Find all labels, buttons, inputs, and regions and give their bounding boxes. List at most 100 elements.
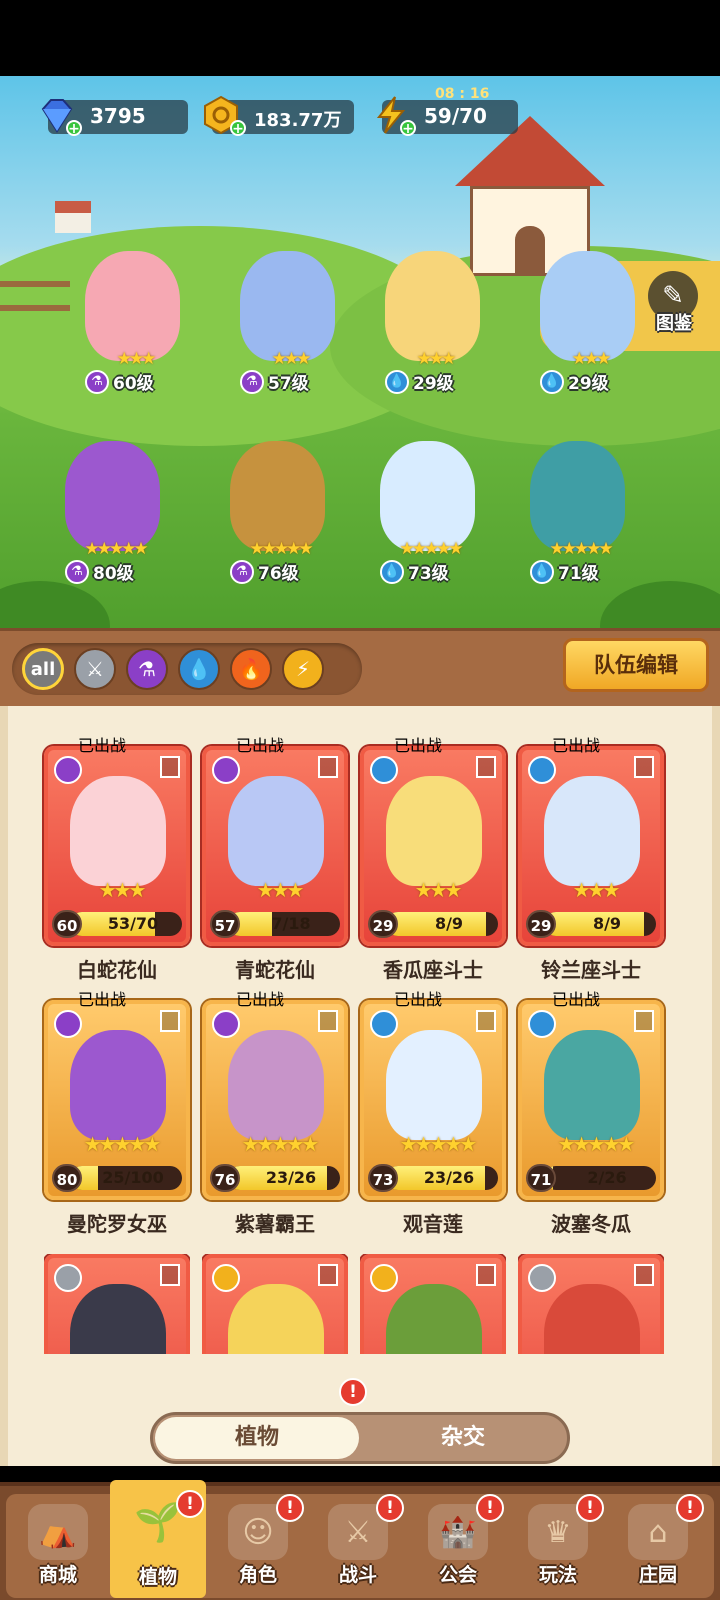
star-rating: ★★★ bbox=[271, 349, 312, 369]
character-sprite bbox=[540, 251, 635, 361]
character-level: 29级 bbox=[568, 374, 609, 394]
field-character[interactable]: ★★★★★ ⚗ 76级 bbox=[205, 441, 345, 591]
plant-name: 观音莲 bbox=[403, 1212, 463, 1236]
sword-icon[interactable]: ⚔ bbox=[74, 648, 116, 690]
sword-icon bbox=[54, 1264, 82, 1292]
gold-counter[interactable]: + 183.77万 bbox=[204, 95, 354, 137]
character-level: 71级 bbox=[558, 564, 599, 584]
lightning-icon[interactable]: ⚡ bbox=[282, 648, 324, 690]
star-rating: ★★★★★ bbox=[83, 1132, 162, 1156]
add-energy-icon[interactable]: + bbox=[400, 120, 416, 137]
element-filter-group: all ⚔ ⚗ 💧 🔥 ⚡ bbox=[12, 643, 362, 695]
star-rating: ★★★ bbox=[116, 349, 157, 369]
field-character[interactable]: ★★★★★ 💧 73级 bbox=[355, 441, 495, 591]
nav-label: 公会 bbox=[438, 1564, 477, 1586]
fire-icon[interactable]: 🔥 bbox=[230, 648, 272, 690]
plant-portrait bbox=[544, 1284, 640, 1354]
card-level-badge: 80 bbox=[52, 1164, 82, 1192]
star-rating: ★★★ bbox=[571, 349, 612, 369]
formation-grid-icon bbox=[318, 756, 338, 778]
formation-grid-icon bbox=[160, 1264, 180, 1286]
character-level: 29级 bbox=[413, 374, 454, 394]
nav-label: 角色 bbox=[238, 1564, 277, 1586]
game-screen: + 3795 + 183.77万 + 59/70 08 : 16 ✎ 图鉴 ★★… bbox=[0, 0, 720, 1600]
nav-plant[interactable]: 🌱 植物! bbox=[110, 1480, 206, 1598]
alert-badge: ! bbox=[376, 1494, 404, 1522]
energy-counter[interactable]: + 59/70 bbox=[376, 96, 518, 137]
character-level: 80级 bbox=[93, 564, 134, 584]
character-level: 57级 bbox=[268, 374, 309, 394]
field-character[interactable]: ★★★ 💧 29级 bbox=[515, 251, 655, 401]
plant-portrait bbox=[386, 776, 482, 886]
plant-name: 铃兰座斗士 bbox=[541, 958, 641, 982]
formation-grid-icon bbox=[476, 756, 496, 778]
tab-plants[interactable]: 植物 bbox=[155, 1417, 359, 1459]
plant-card[interactable] bbox=[360, 1254, 506, 1354]
card-frame bbox=[518, 1254, 664, 1354]
field-character[interactable]: ★★★ ⚗ 60级 bbox=[60, 251, 200, 401]
water-drop-icon[interactable]: 💧 bbox=[178, 648, 220, 690]
nav-gameplay[interactable]: ♛ 玩法! bbox=[510, 1494, 606, 1594]
nav-character[interactable]: ☺ 角色! bbox=[210, 1494, 306, 1594]
card-frame: ★★★ 7/18 57 bbox=[202, 746, 348, 946]
plant-card[interactable] bbox=[518, 1254, 664, 1354]
plant-card-list[interactable]: ★★★ 53/70 60 已出战 白蛇花仙 ★★★ 7/18 57 已出战 青蛇花仙 ★★★ 8/9 2… bbox=[0, 706, 720, 1466]
shard-progress-text: 8/9 bbox=[434, 914, 464, 933]
gems-counter[interactable]: + 3795 bbox=[41, 99, 188, 137]
alert-badge: ! bbox=[676, 1494, 704, 1522]
card-frame bbox=[360, 1254, 506, 1354]
field-character[interactable]: ★★★★★ ⚗ 80级 bbox=[40, 441, 180, 591]
character-sprite bbox=[85, 251, 180, 361]
deployed-badge: 已出战 bbox=[78, 990, 127, 1009]
lightning-icon bbox=[212, 1264, 240, 1292]
poison-icon bbox=[54, 756, 82, 784]
energy-timer: 08 : 16 bbox=[435, 86, 490, 102]
character-sprite bbox=[230, 441, 325, 551]
deployed-badge: 已出战 bbox=[552, 736, 601, 755]
shop-icon: ⛺ bbox=[28, 1504, 88, 1560]
shard-progress-bar: 53/70 bbox=[70, 912, 182, 936]
character-level: 76级 bbox=[258, 564, 299, 584]
gems-value: 3795 bbox=[90, 104, 146, 128]
star-rating: ★★★ bbox=[256, 878, 305, 902]
shard-progress-bar: 8/9 bbox=[544, 912, 656, 936]
poison-icon: ⚗ bbox=[230, 559, 254, 584]
plant-portrait bbox=[228, 1030, 324, 1140]
nav-manor[interactable]: ⌂ 庄园! bbox=[610, 1494, 706, 1594]
nav-battle[interactable]: ⚔ 战斗! bbox=[310, 1494, 406, 1594]
poison-flask-icon[interactable]: ⚗ bbox=[126, 648, 168, 690]
add-gems-icon[interactable]: + bbox=[66, 120, 82, 137]
nav-guild[interactable]: 🏰 公会! bbox=[410, 1494, 506, 1594]
filter-all[interactable]: all bbox=[22, 648, 64, 690]
tab-alert-badge: ! bbox=[339, 1378, 367, 1406]
poison-icon: ⚗ bbox=[240, 369, 264, 394]
plant-name: 曼陀罗女巫 bbox=[67, 1212, 167, 1236]
field-character[interactable]: ★★★ ⚗ 57级 bbox=[215, 251, 355, 401]
card-frame: ★★★★★ 23/26 76 bbox=[202, 1000, 348, 1200]
nav-label: 战斗 bbox=[338, 1564, 377, 1586]
card-level-badge: 73 bbox=[368, 1164, 398, 1192]
plant-card[interactable] bbox=[44, 1254, 190, 1354]
formation-grid-icon bbox=[476, 1264, 496, 1286]
field-character[interactable]: ★★★★★ 💧 71级 bbox=[505, 441, 645, 591]
water-icon bbox=[370, 1010, 398, 1038]
field-character[interactable]: ★★★ 💧 29级 bbox=[360, 251, 500, 401]
character-level: 73级 bbox=[408, 564, 449, 584]
add-gold-icon[interactable]: + bbox=[230, 120, 246, 137]
star-rating: ★★★ bbox=[416, 349, 457, 369]
character-sprite bbox=[380, 441, 475, 551]
team-edit-button[interactable]: 队伍编辑 bbox=[563, 638, 709, 692]
formation-grid-icon bbox=[160, 756, 180, 778]
plant-card[interactable] bbox=[202, 1254, 348, 1354]
star-rating: ★★★ bbox=[98, 878, 147, 902]
shard-progress-text: 53/70 bbox=[107, 914, 159, 933]
shard-progress-bar: 23/26 bbox=[386, 1166, 498, 1190]
nav-shop[interactable]: ⛺ 商城 bbox=[10, 1498, 106, 1594]
filter-bar: all ⚔ ⚗ 💧 🔥 ⚡ 队伍编辑 bbox=[0, 628, 720, 708]
poison-icon bbox=[212, 756, 240, 784]
bottom-navigation: ⛺ 商城 🌱 植物! ☺ 角色! ⚔ 战斗! 🏰 公会! ♛ 玩法! ⌂ 庄园! bbox=[0, 1480, 720, 1600]
plant-name: 波塞冬瓜 bbox=[551, 1212, 631, 1236]
tab-hybrid[interactable]: 杂交 bbox=[363, 1417, 563, 1459]
star-rating: ★★★ bbox=[414, 878, 463, 902]
deployed-badge: 已出战 bbox=[236, 736, 285, 755]
